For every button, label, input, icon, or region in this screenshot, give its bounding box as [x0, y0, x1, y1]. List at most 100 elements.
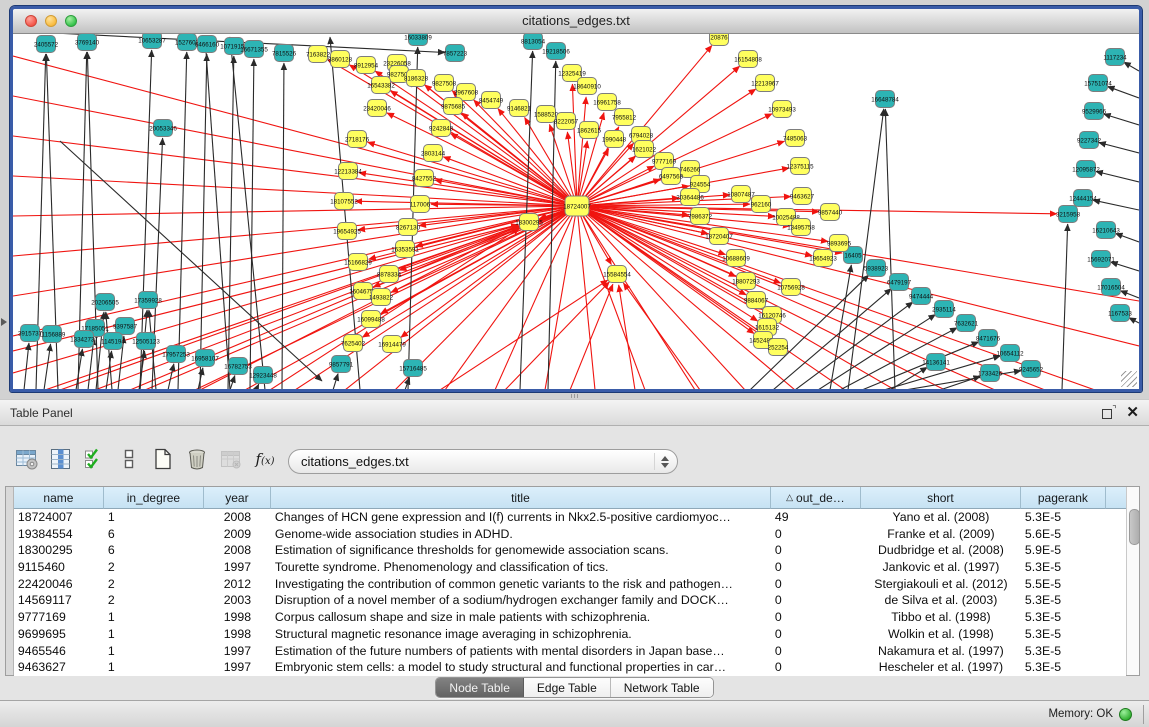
table-mode-button[interactable]	[12, 444, 42, 474]
graph-node[interactable]: 18107552	[330, 193, 358, 210]
graph-edge[interactable]	[1120, 291, 1139, 298]
scrollbar-thumb[interactable]	[1129, 509, 1140, 545]
graph-edge[interactable]	[13, 136, 577, 206]
graph-node[interactable]: 1117234	[1103, 49, 1127, 66]
table-cell[interactable]: 6	[104, 526, 204, 543]
panel-splitter-grip[interactable]	[571, 394, 579, 398]
graph-node[interactable]: 252254	[768, 339, 789, 356]
graph-node[interactable]: 8860128	[328, 51, 353, 68]
create-column-button[interactable]	[148, 444, 178, 474]
graph-node[interactable]: 15751074	[1084, 75, 1112, 92]
graph-node[interactable]: 9474444	[909, 288, 934, 305]
graph-node[interactable]: 3915737	[18, 325, 43, 342]
graph-node[interactable]: 1167533	[1108, 305, 1132, 322]
window-titlebar[interactable]: citations_edges.txt	[13, 9, 1139, 34]
graph-node[interactable]: 8186328	[404, 70, 429, 87]
graph-node[interactable]: 2935114	[932, 301, 956, 318]
graph-node[interactable]: 9397587	[113, 318, 138, 335]
graph-edge[interactable]	[178, 52, 187, 389]
table-cell[interactable]: Investigating the contribution of common…	[271, 576, 771, 593]
graph-node[interactable]: 7625402	[341, 335, 366, 352]
table-cell[interactable]: 1	[104, 609, 204, 626]
table-cell[interactable]: 0	[771, 659, 861, 676]
table-cell[interactable]: 5.3E-5	[1021, 609, 1106, 626]
graph-node[interactable]: 20206505	[91, 294, 119, 311]
graph-edge[interactable]	[13, 225, 518, 373]
graph-node[interactable]: 18724007	[563, 196, 591, 216]
table-cell[interactable]: 2003	[204, 592, 271, 609]
graph-node[interactable]: 9463627	[790, 188, 815, 205]
graph-node[interactable]: 11156889	[39, 326, 66, 343]
table-cell[interactable]: 22420046	[14, 576, 104, 593]
graph-node[interactable]: 16648784	[871, 91, 899, 108]
graph-node[interactable]: 18640910	[573, 78, 601, 95]
graph-edge[interactable]	[359, 173, 577, 206]
table-cell[interactable]: Tourette syndrome. Phenomenology and cla…	[271, 559, 771, 576]
graph-node[interactable]: 1493822	[369, 289, 394, 306]
table-cell[interactable]: 0	[771, 526, 861, 543]
select-columns-button[interactable]	[80, 444, 110, 474]
delete-column-button[interactable]	[182, 444, 212, 474]
table-cell[interactable]: 5.3E-5	[1021, 659, 1106, 676]
float-panel-button[interactable]: ⌝	[1101, 405, 1116, 420]
table-cell[interactable]: Franke et al. (2009)	[861, 526, 1021, 543]
graph-edge[interactable]	[1111, 262, 1139, 271]
graph-node[interactable]: 9857791	[329, 356, 354, 373]
graph-node[interactable]: 16154808	[734, 51, 762, 68]
table-cell[interactable]: 5.3E-5	[1021, 592, 1106, 609]
graph-node[interactable]: 7485063	[783, 130, 808, 147]
table-cell[interactable]: 1997	[204, 643, 271, 660]
table-selector[interactable]: citations_edges.txt	[288, 449, 678, 474]
table-cell[interactable]: Estimation of significance thresholds fo…	[271, 542, 771, 559]
graph-edge[interactable]	[282, 63, 284, 389]
graph-node[interactable]: 15692071	[1087, 251, 1115, 268]
table-cell[interactable]: 0	[771, 626, 861, 643]
table-cell[interactable]: 9777169	[14, 609, 104, 626]
graph-node[interactable]: 12923448	[249, 367, 277, 384]
graph-node[interactable]: 10653287	[138, 34, 166, 49]
table-row[interactable]: 1456911722003Disruption of a novel membe…	[14, 592, 1126, 609]
network-graph-canvas[interactable]: 2405572376914010653287152760264661601071…	[13, 34, 1139, 389]
graph-node[interactable]: 3769140	[75, 34, 100, 51]
graph-edge[interactable]	[862, 342, 979, 389]
graph-node[interactable]: 12095872	[1072, 161, 1100, 178]
graph-node[interactable]: 8813054	[521, 34, 546, 50]
graph-node[interactable]: 12375115	[786, 158, 814, 175]
graph-node[interactable]: 9146821	[507, 100, 532, 117]
graph-node[interactable]: 3215958	[1056, 206, 1081, 223]
panel-collapse-arrow[interactable]	[1, 318, 7, 326]
column-header-out-de-[interactable]: △out_de…	[771, 487, 861, 509]
table-cell[interactable]: 2	[104, 576, 204, 593]
graph-node[interactable]: 9875685	[441, 98, 466, 115]
column-header-name[interactable]: name	[14, 487, 104, 509]
graph-node[interactable]: 7815526	[272, 45, 297, 62]
table-row[interactable]: 1872400712008Changes of HCN gene express…	[14, 509, 1126, 526]
graph-node[interactable]: 1733426	[978, 365, 1003, 382]
graph-node[interactable]: 16958107	[191, 350, 219, 367]
graph-node[interactable]: 1621022	[632, 141, 657, 158]
graph-node[interactable]: 12213384	[334, 163, 362, 180]
graph-node[interactable]: 8912954	[354, 57, 379, 74]
tab-edge-table[interactable]: Edge Table	[524, 678, 611, 697]
table-cell[interactable]: 9465546	[14, 643, 104, 660]
graph-node[interactable]: 8471676	[976, 330, 1001, 347]
table-cell[interactable]: Wolkin et al. (1998)	[861, 626, 1021, 643]
graph-node[interactable]: 16782753	[224, 358, 252, 375]
graph-edge[interactable]	[577, 206, 895, 389]
table-cell[interactable]: Nakamura et al. (1997)	[861, 643, 1021, 660]
graph-edge[interactable]	[1107, 86, 1139, 98]
graph-node[interactable]: 1862615	[577, 122, 602, 139]
graph-edge[interactable]	[1096, 171, 1139, 182]
graph-node[interactable]: 19654923	[809, 250, 837, 267]
graph-edge[interactable]	[256, 384, 259, 389]
table-cell[interactable]: 5.3E-5	[1021, 509, 1106, 526]
graph-node[interactable]: 12444154	[1069, 190, 1097, 207]
table-cell[interactable]: 6	[104, 542, 204, 559]
graph-edge[interactable]	[1104, 114, 1139, 125]
table-cell[interactable]: 5.6E-5	[1021, 526, 1106, 543]
graph-edge[interactable]	[577, 206, 645, 389]
graph-node[interactable]: 20876	[710, 34, 729, 46]
table-row[interactable]: 969969511998Structural magnetic resonanc…	[14, 626, 1126, 643]
graph-node[interactable]: 13495758	[787, 219, 815, 236]
graph-node[interactable]: 2405572	[34, 36, 59, 53]
